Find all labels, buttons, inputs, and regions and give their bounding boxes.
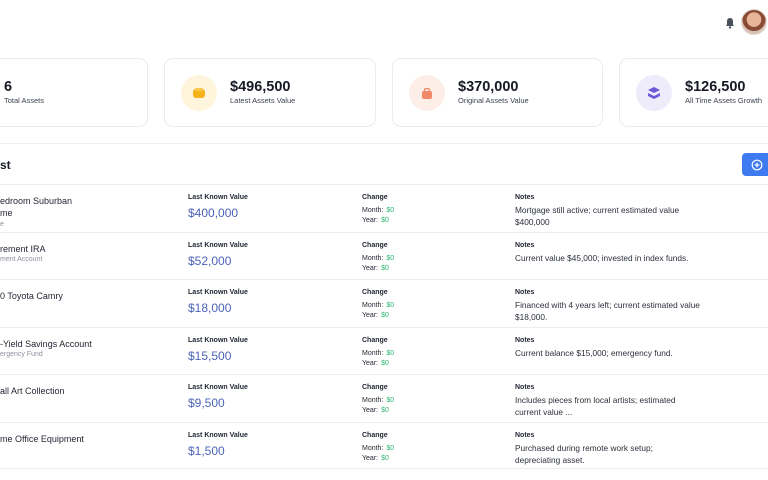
stat-value: $126,500 (685, 79, 746, 95)
last-known-value-label: Last Known Value (188, 289, 248, 296)
stat-value: $496,500 (230, 79, 291, 95)
change-month: Month: $0 (362, 207, 395, 214)
asset-name: me Office Equipment (0, 433, 84, 444)
asset-row[interactable]: all Art Collection Last Known Value $9,5… (0, 374, 768, 422)
stat-card-original-value: $370,000 Original Assets Value (392, 58, 603, 127)
last-known-value-label: Last Known Value (188, 384, 248, 391)
asset-category: ment Account (0, 255, 43, 263)
asset-row[interactable]: edroom Suburban me e Last Known Value $4… (0, 184, 768, 232)
asset-row[interactable]: rement IRA ment Account Last Known Value… (0, 231, 768, 280)
change-year: Year: $0 (362, 359, 389, 367)
asset-notes: Purchased during remote work setup; depr… (515, 442, 653, 465)
asset-category: ergency Fund (0, 350, 43, 358)
last-known-value: $9,500 (188, 396, 225, 410)
last-known-value: $400,000 (188, 206, 239, 220)
change-label: Change (362, 336, 388, 344)
asset-name-cont: me (0, 208, 13, 218)
last-known-value-label: Last Known Value (188, 431, 248, 439)
change-year: Year: $0 (362, 217, 389, 224)
change-month: Month: $0 (362, 444, 395, 452)
stat-label: Total Assets (4, 96, 45, 105)
stat-card-latest-value: $496,500 Latest Assets Value (164, 58, 376, 127)
last-known-value: $15,500 (188, 348, 232, 363)
last-known-value-label: Last Known Value (188, 336, 248, 344)
change-year: Year: $0 (362, 264, 389, 272)
asset-notes: Financed with 4 years left; current esti… (515, 300, 700, 322)
add-asset-button[interactable] (742, 153, 768, 176)
change-year: Year: $0 (362, 407, 389, 414)
notes-label: Notes (515, 241, 535, 249)
stat-value: 6 (4, 79, 13, 95)
section-title: st (0, 158, 11, 172)
change-label: Change (362, 289, 388, 296)
change-year: Year: $0 (362, 454, 389, 462)
change-label: Change (362, 241, 388, 249)
stat-value: $370,000 (458, 79, 519, 95)
top-bar (0, 0, 768, 46)
stat-card-total-assets: 6 Total Assets (0, 58, 148, 127)
last-known-value-label: Last Known Value (188, 241, 248, 249)
asset-row[interactable]: 0 Toyota Camry Last Known Value $18,000 … (0, 279, 768, 327)
stack-icon (636, 75, 672, 111)
asset-name: edroom Suburban (0, 196, 73, 206)
change-month: Month: $0 (362, 349, 395, 357)
user-avatar[interactable] (741, 9, 767, 35)
last-known-value: $52,000 (188, 253, 232, 268)
stat-label: Original Assets Value (458, 96, 529, 105)
asset-notes: Current value $45,000; invested in index… (515, 252, 689, 263)
asset-notes: Current balance $15,000; emergency fund. (515, 347, 673, 358)
notes-label: Notes (515, 336, 535, 344)
asset-name: rement IRA (0, 243, 46, 254)
change-label: Change (362, 194, 388, 201)
coins-icon (181, 75, 217, 111)
change-year: Year: $0 (362, 312, 389, 319)
asset-name: 0 Toyota Camry (0, 291, 63, 301)
asset-list: edroom Suburban me e Last Known Value $4… (0, 184, 768, 469)
notes-label: Notes (515, 431, 535, 439)
stat-card-growth: $126,500 All Time Assets Growth (619, 58, 768, 127)
last-known-value-label: Last Known Value (188, 194, 248, 201)
last-known-value: $18,000 (188, 301, 232, 315)
asset-name: -Yield Savings Account (0, 338, 92, 349)
stat-label: All Time Assets Growth (685, 96, 763, 105)
notes-label: Notes (515, 194, 535, 201)
stat-label: Latest Assets Value (230, 96, 296, 105)
asset-notes: Includes pieces from local artists; esti… (515, 395, 676, 417)
last-known-value: $1,500 (188, 443, 225, 458)
divider (0, 143, 768, 144)
asset-row[interactable]: me Office Equipment Last Known Value $1,… (0, 421, 768, 469)
change-month: Month: $0 (362, 302, 395, 309)
bell-icon[interactable] (723, 16, 737, 30)
asset-row[interactable]: -Yield Savings Account ergency Fund Last… (0, 326, 768, 375)
asset-notes: Mortgage still active; current estimated… (515, 205, 680, 227)
change-label: Change (362, 431, 388, 439)
notes-label: Notes (515, 289, 535, 296)
asset-category: e (0, 221, 4, 228)
change-month: Month: $0 (362, 254, 395, 262)
change-label: Change (362, 384, 388, 391)
change-month: Month: $0 (362, 397, 395, 404)
plus-circle-icon (751, 159, 763, 170)
asset-name: all Art Collection (0, 386, 65, 396)
notes-label: Notes (515, 384, 535, 391)
bag-icon (409, 75, 445, 111)
